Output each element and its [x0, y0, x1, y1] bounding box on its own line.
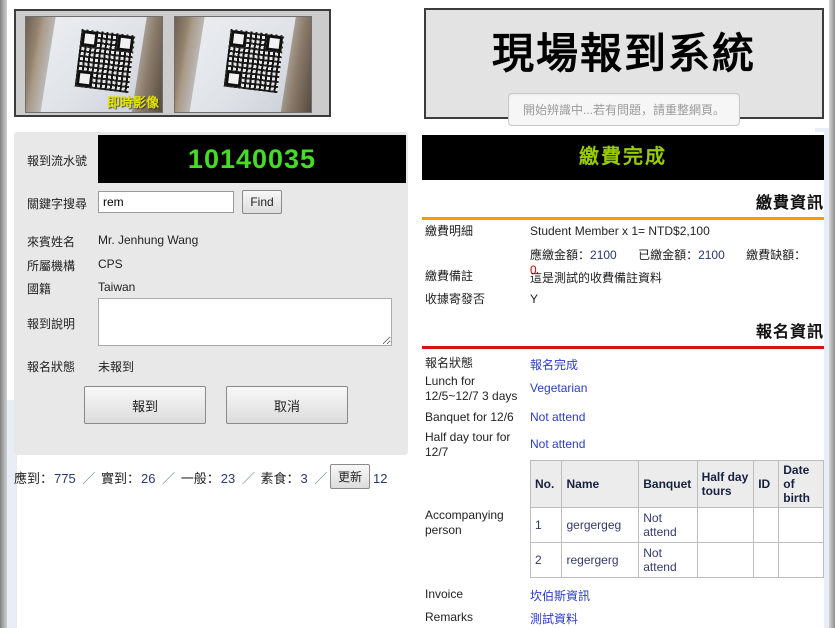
remarks-label: Remarks [425, 610, 528, 625]
invoice-link[interactable]: 坎伯斯資訊 [530, 587, 590, 604]
registration-section-title: 報名資訊 [422, 318, 824, 349]
checkin-note-textarea[interactable] [98, 298, 392, 346]
payment-complete-text: 繳費完成 [579, 146, 667, 168]
organization-value: CPS [98, 257, 123, 271]
cell-name: gergergeg [562, 508, 639, 543]
nationality-value: Taiwan [98, 280, 135, 294]
receipt-sent-label: 收據寄發否 [425, 292, 528, 307]
attendance-stats: 應到：775 ／ 實到：26 ／ 一般：23 ／ 素食：3 ／ 晚宴：12 更新 [14, 468, 414, 487]
stat-label: 一般： [181, 471, 220, 486]
payment-note-label: 繳費備註 [425, 269, 528, 284]
cell-half [697, 508, 754, 543]
cell-no: 2 [531, 543, 562, 578]
refresh-button[interactable]: 更新 [330, 464, 370, 489]
stat-label: 應到： [14, 471, 53, 486]
cell-dob [779, 508, 824, 543]
cell-dob [779, 543, 824, 578]
reg-status-label: 報名狀態 [425, 356, 528, 371]
tour-label: Half day tour for 12/7 [425, 430, 528, 460]
col-no: No. [531, 461, 562, 508]
find-button[interactable]: Find [242, 190, 282, 214]
cell-name: regergerg [562, 543, 639, 578]
window-edge-right [829, 0, 835, 628]
stat-value: 12 [373, 471, 387, 486]
col-name: Name [562, 461, 639, 508]
amount-paid-label: 已繳金額： [638, 248, 698, 262]
tour-choice-link[interactable]: Not attend [530, 437, 585, 451]
reg-status-link[interactable]: 報名完成 [530, 356, 578, 373]
payment-detail-label: 繳費明細 [425, 224, 528, 239]
checkin-note-label: 報到說明 [27, 315, 75, 332]
receipt-sent-value: Y [530, 292, 538, 306]
nationality-label: 國籍 [27, 280, 51, 297]
page-title: 現場報到系統 [426, 20, 822, 81]
cell-id [754, 543, 779, 578]
live-video-label: 即時影像 [107, 92, 159, 111]
payment-note-value: 這是測試的收費備註資料 [530, 269, 662, 286]
serial-number: 10140035 [188, 144, 316, 174]
organization-label: 所屬機構 [27, 257, 75, 274]
payment-complete-banner: 繳費完成 [422, 135, 824, 180]
window-edge-left [0, 0, 7, 628]
stat-label: 實到： [101, 471, 140, 486]
remarks-link[interactable]: 測試資料 [530, 610, 578, 627]
accompanying-person-table: No. Name Banquet Half day tours ID Date … [530, 460, 824, 578]
invoice-label: Invoice [425, 587, 528, 602]
stat-separator: ／ [82, 471, 95, 486]
col-half-day-tours: Half day tours [697, 461, 754, 508]
stat-value: 775 [54, 471, 76, 486]
lunch-choice-link[interactable]: Vegetarian [530, 381, 587, 395]
col-banquet: Banquet [639, 461, 697, 508]
title-panel: 現場報到系統 開始辨識中...若有問題，請重整網頁。 [424, 8, 824, 119]
serial-display: 10140035 [98, 135, 406, 183]
table-row: 1 gergergeg Not attend [531, 508, 824, 543]
banquet-choice-link[interactable]: Not attend [530, 410, 585, 424]
cancel-button[interactable]: 取消 [226, 386, 348, 424]
payment-section-title: 繳費資訊 [422, 189, 824, 220]
cell-banquet: Not attend [639, 508, 697, 543]
amount-deficit-label: 繳費缺額： [746, 248, 806, 262]
accompanying-label: Accompanying person [425, 508, 528, 538]
camera-feed-live: 即時影像 [25, 16, 163, 113]
stat-value: 3 [301, 471, 308, 486]
info-panel: 繳費完成 繳費資訊 繳費明細 Student Member x 1= NTD$2… [422, 132, 824, 628]
cell-no: 1 [531, 508, 562, 543]
col-id: ID [754, 461, 779, 508]
stat-separator: ／ [314, 471, 327, 486]
camera-panel: 即時影像 [14, 9, 331, 117]
table-header-row: No. Name Banquet Half day tours ID Date … [531, 461, 824, 508]
cell-banquet: Not attend [639, 543, 697, 578]
qr-code-image [74, 29, 135, 93]
camera-feed-snapshot [174, 16, 312, 113]
amount-due-value: 2100 [590, 248, 617, 262]
cell-id [754, 508, 779, 543]
keyword-search-label: 關鍵字搜尋 [27, 195, 87, 212]
stat-value: 23 [221, 471, 235, 486]
amount-paid-value: 2100 [698, 248, 725, 262]
registration-status-value: 未報到 [98, 358, 134, 375]
banquet-label: Banquet for 12/6 [425, 410, 528, 425]
cell-half [697, 543, 754, 578]
stat-value: 26 [141, 471, 155, 486]
stat-separator: ／ [162, 471, 175, 486]
checkin-panel: 報到流水號 10140035 關鍵字搜尋 Find 來賓姓名 Mr. Jenhu… [14, 132, 408, 455]
registration-status-label: 報名狀態 [27, 358, 75, 375]
payment-detail-value: Student Member x 1= NTD$2,100 [530, 224, 710, 238]
amount-due-label: 應繳金額： [530, 248, 590, 262]
serial-label: 報到流水號 [27, 152, 87, 169]
lunch-label: Lunch for 12/5~12/7 3 days [425, 374, 528, 404]
guest-name-label: 來賓姓名 [27, 233, 75, 250]
checkin-button[interactable]: 報到 [84, 386, 206, 424]
qr-code-image [223, 29, 284, 93]
recognition-status-message: 開始辨識中...若有問題，請重整網頁。 [508, 93, 740, 126]
col-date-of-birth: Date of birth [779, 461, 824, 508]
guest-name-value: Mr. Jenhung Wang [98, 233, 198, 247]
keyword-search-input[interactable] [98, 191, 234, 213]
table-row: 2 regergerg Not attend [531, 543, 824, 578]
stat-separator: ／ [242, 471, 255, 486]
stat-label: 素食： [260, 471, 299, 486]
